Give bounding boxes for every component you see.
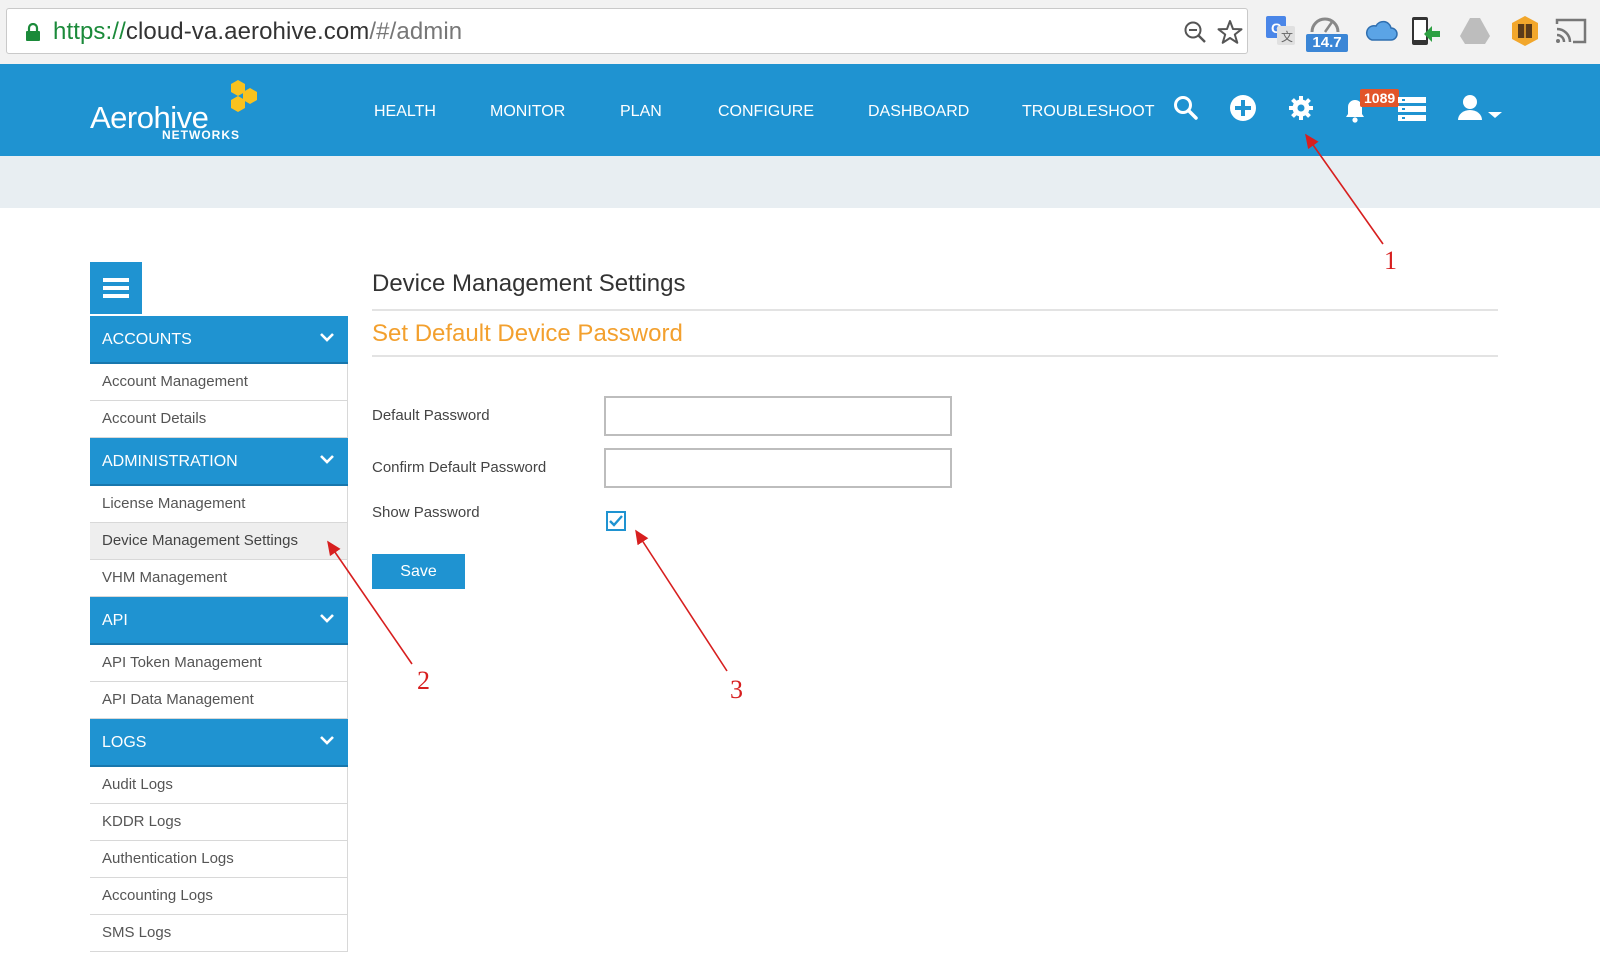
aerohive-logo[interactable]: Aerohive NETWORKS	[90, 78, 260, 148]
show-password-checkbox[interactable]	[606, 511, 626, 531]
save-button[interactable]: Save	[372, 554, 465, 589]
sidebar-item-kddr-logs[interactable]: KDDR Logs	[90, 804, 348, 841]
server-list-icon[interactable]	[1398, 97, 1426, 121]
nav-monitor[interactable]: MONITOR	[490, 103, 565, 121]
url-path: /#/admin	[369, 18, 463, 45]
search-icon[interactable]	[1173, 95, 1199, 121]
sidebar-item-api-data-management[interactable]: API Data Management	[90, 682, 348, 719]
show-password-label: Show Password	[372, 504, 480, 521]
logo-hexagons-icon	[231, 80, 257, 112]
annotation-label-2: 2	[417, 666, 430, 695]
browser-chrome: https://cloud-va.aerohive.com/#/admin G …	[0, 0, 1600, 64]
checkmark-icon	[609, 515, 623, 527]
hamburger-bar	[103, 286, 129, 290]
svg-text:文: 文	[1281, 29, 1293, 44]
chevron-down-icon	[320, 333, 334, 342]
drive-icon[interactable]	[1458, 14, 1492, 48]
default-password-input[interactable]	[604, 396, 952, 436]
sidebar-section-logs[interactable]: LOGS	[90, 719, 348, 767]
sidebar-item-account-management[interactable]: Account Management	[90, 364, 348, 401]
nav-troubleshoot[interactable]: TROUBLESHOOT	[1022, 103, 1154, 121]
page-title: Device Management Settings	[372, 270, 686, 297]
annotation-label-3: 3	[730, 675, 743, 704]
sidebar-item-accounting-logs[interactable]: Accounting Logs	[90, 878, 348, 915]
logo-subtitle: NETWORKS	[162, 128, 240, 142]
section-title: API	[102, 612, 128, 629]
sidebar-item-license-management[interactable]: License Management	[90, 486, 348, 523]
sidebar-item-authentication-logs[interactable]: Authentication Logs	[90, 841, 348, 878]
cloud-icon[interactable]	[1364, 14, 1398, 48]
sidebar-section-accounts[interactable]: ACCOUNTS	[90, 316, 348, 364]
extension-badge: 14.7	[1306, 34, 1348, 52]
sidebar-item-sms-logs[interactable]: SMS Logs	[90, 915, 348, 952]
cast-icon[interactable]	[1554, 14, 1588, 48]
user-menu-icon[interactable]	[1458, 94, 1504, 122]
nav-plan[interactable]: PLAN	[620, 103, 662, 121]
zoom-icon[interactable]	[1183, 20, 1207, 44]
title-divider	[372, 309, 1498, 311]
sidebar-item-vhm-management[interactable]: VHM Management	[90, 560, 348, 597]
app-root: https://cloud-va.aerohive.com/#/admin G …	[0, 0, 1600, 965]
sidebar-section-api[interactable]: API	[90, 597, 348, 645]
notification-count-badge: 1089	[1360, 89, 1400, 107]
sidebar-item-api-token-management[interactable]: API Token Management	[90, 645, 348, 682]
translate-icon[interactable]: G 文	[1264, 14, 1298, 48]
nav-health[interactable]: HEALTH	[374, 103, 436, 121]
confirm-password-input[interactable]	[604, 448, 952, 488]
lock-icon	[26, 23, 40, 41]
address-bar[interactable]: https://cloud-va.aerohive.com/#/admin	[6, 8, 1248, 54]
phone-sync-icon[interactable]	[1408, 14, 1442, 48]
sidebar-menu-button[interactable]	[90, 262, 142, 314]
url-scheme: https://	[53, 18, 126, 45]
sidebar-section-administration[interactable]: ADMINISTRATION	[90, 438, 348, 486]
confirm-password-label: Confirm Default Password	[372, 459, 547, 476]
sub-header-bar	[0, 156, 1600, 208]
nav-configure[interactable]: CONFIGURE	[718, 103, 814, 121]
sidebar-item-device-management-settings[interactable]: Device Management Settings	[90, 523, 348, 560]
annotation-label-1: 1	[1384, 246, 1397, 275]
bookmark-star-icon[interactable]	[1217, 19, 1243, 45]
section-title: ADMINISTRATION	[102, 453, 238, 470]
hamburger-icon	[103, 278, 129, 282]
hamburger-bar	[103, 294, 129, 298]
top-navigation: Aerohive NETWORKS HEALTH MONITOR PLAN CO…	[0, 64, 1600, 156]
url-host: cloud-va.aerohive.com	[125, 18, 370, 45]
chevron-down-icon	[320, 614, 334, 623]
sidebar-item-audit-logs[interactable]: Audit Logs	[90, 767, 348, 804]
section-heading: Set Default Device Password	[372, 320, 683, 347]
book-hexagon-icon[interactable]	[1508, 14, 1542, 48]
admin-sidebar: ACCOUNTS Account Management Account Deta…	[90, 316, 348, 952]
section-divider	[372, 355, 1498, 357]
add-icon[interactable]	[1229, 94, 1257, 122]
section-title: ACCOUNTS	[102, 331, 192, 348]
settings-gear-icon[interactable]	[1288, 95, 1314, 121]
chevron-down-icon	[320, 455, 334, 464]
sidebar-item-account-details[interactable]: Account Details	[90, 401, 348, 438]
chevron-down-icon	[320, 736, 334, 745]
annotation-arrow-3	[635, 529, 728, 672]
section-title: LOGS	[102, 734, 147, 751]
url-text: https://cloud-va.aerohive.com/#/admin	[53, 18, 462, 46]
nav-dashboard[interactable]: DASHBOARD	[868, 103, 969, 121]
default-password-label: Default Password	[372, 407, 490, 424]
